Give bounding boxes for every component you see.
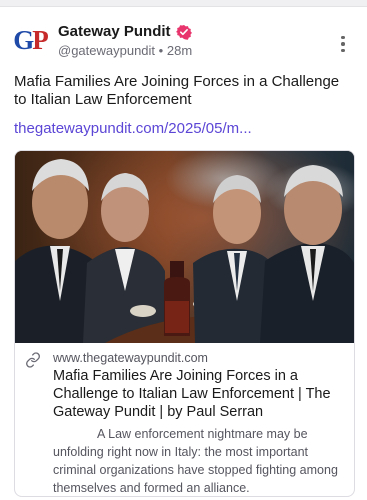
link-preview-title[interactable]: Mafia Families Are Joining Forces in a C… (53, 367, 349, 421)
link-preview-image[interactable] (15, 151, 354, 343)
author-handle-row: @gatewaypundit • 28m (58, 43, 192, 58)
avatar[interactable]: GP (12, 22, 48, 58)
verified-badge-icon (175, 24, 192, 40)
feed-divider (0, 0, 367, 7)
post-link[interactable]: thegatewaypundit.com/2025/05/m... (14, 120, 252, 137)
post-card[interactable]: GP Gateway Pundit @gatewaypundit • 28m M… (0, 7, 367, 500)
meta-separator: • (158, 43, 164, 58)
link-preview-card[interactable]: www.thegatewaypundit.com Mafia Families … (14, 150, 355, 497)
link-preview-domain[interactable]: www.thegatewaypundit.com (53, 351, 208, 365)
author-handle[interactable]: @gatewaypundit (58, 43, 155, 58)
post-text: Mafia Families Are Joining Forces in a C… (14, 73, 340, 108)
author-display-name[interactable]: Gateway Pundit (58, 23, 171, 40)
post-timestamp[interactable]: 28m (167, 43, 192, 58)
more-options-button[interactable] (334, 33, 352, 55)
author-name-row[interactable]: Gateway Pundit (58, 23, 192, 40)
avatar-logo: GP (13, 24, 48, 55)
link-icon (26, 352, 40, 368)
link-preview-description: A Law enforcement nightmare may be unfol… (53, 427, 338, 495)
more-vertical-icon (341, 35, 345, 40)
